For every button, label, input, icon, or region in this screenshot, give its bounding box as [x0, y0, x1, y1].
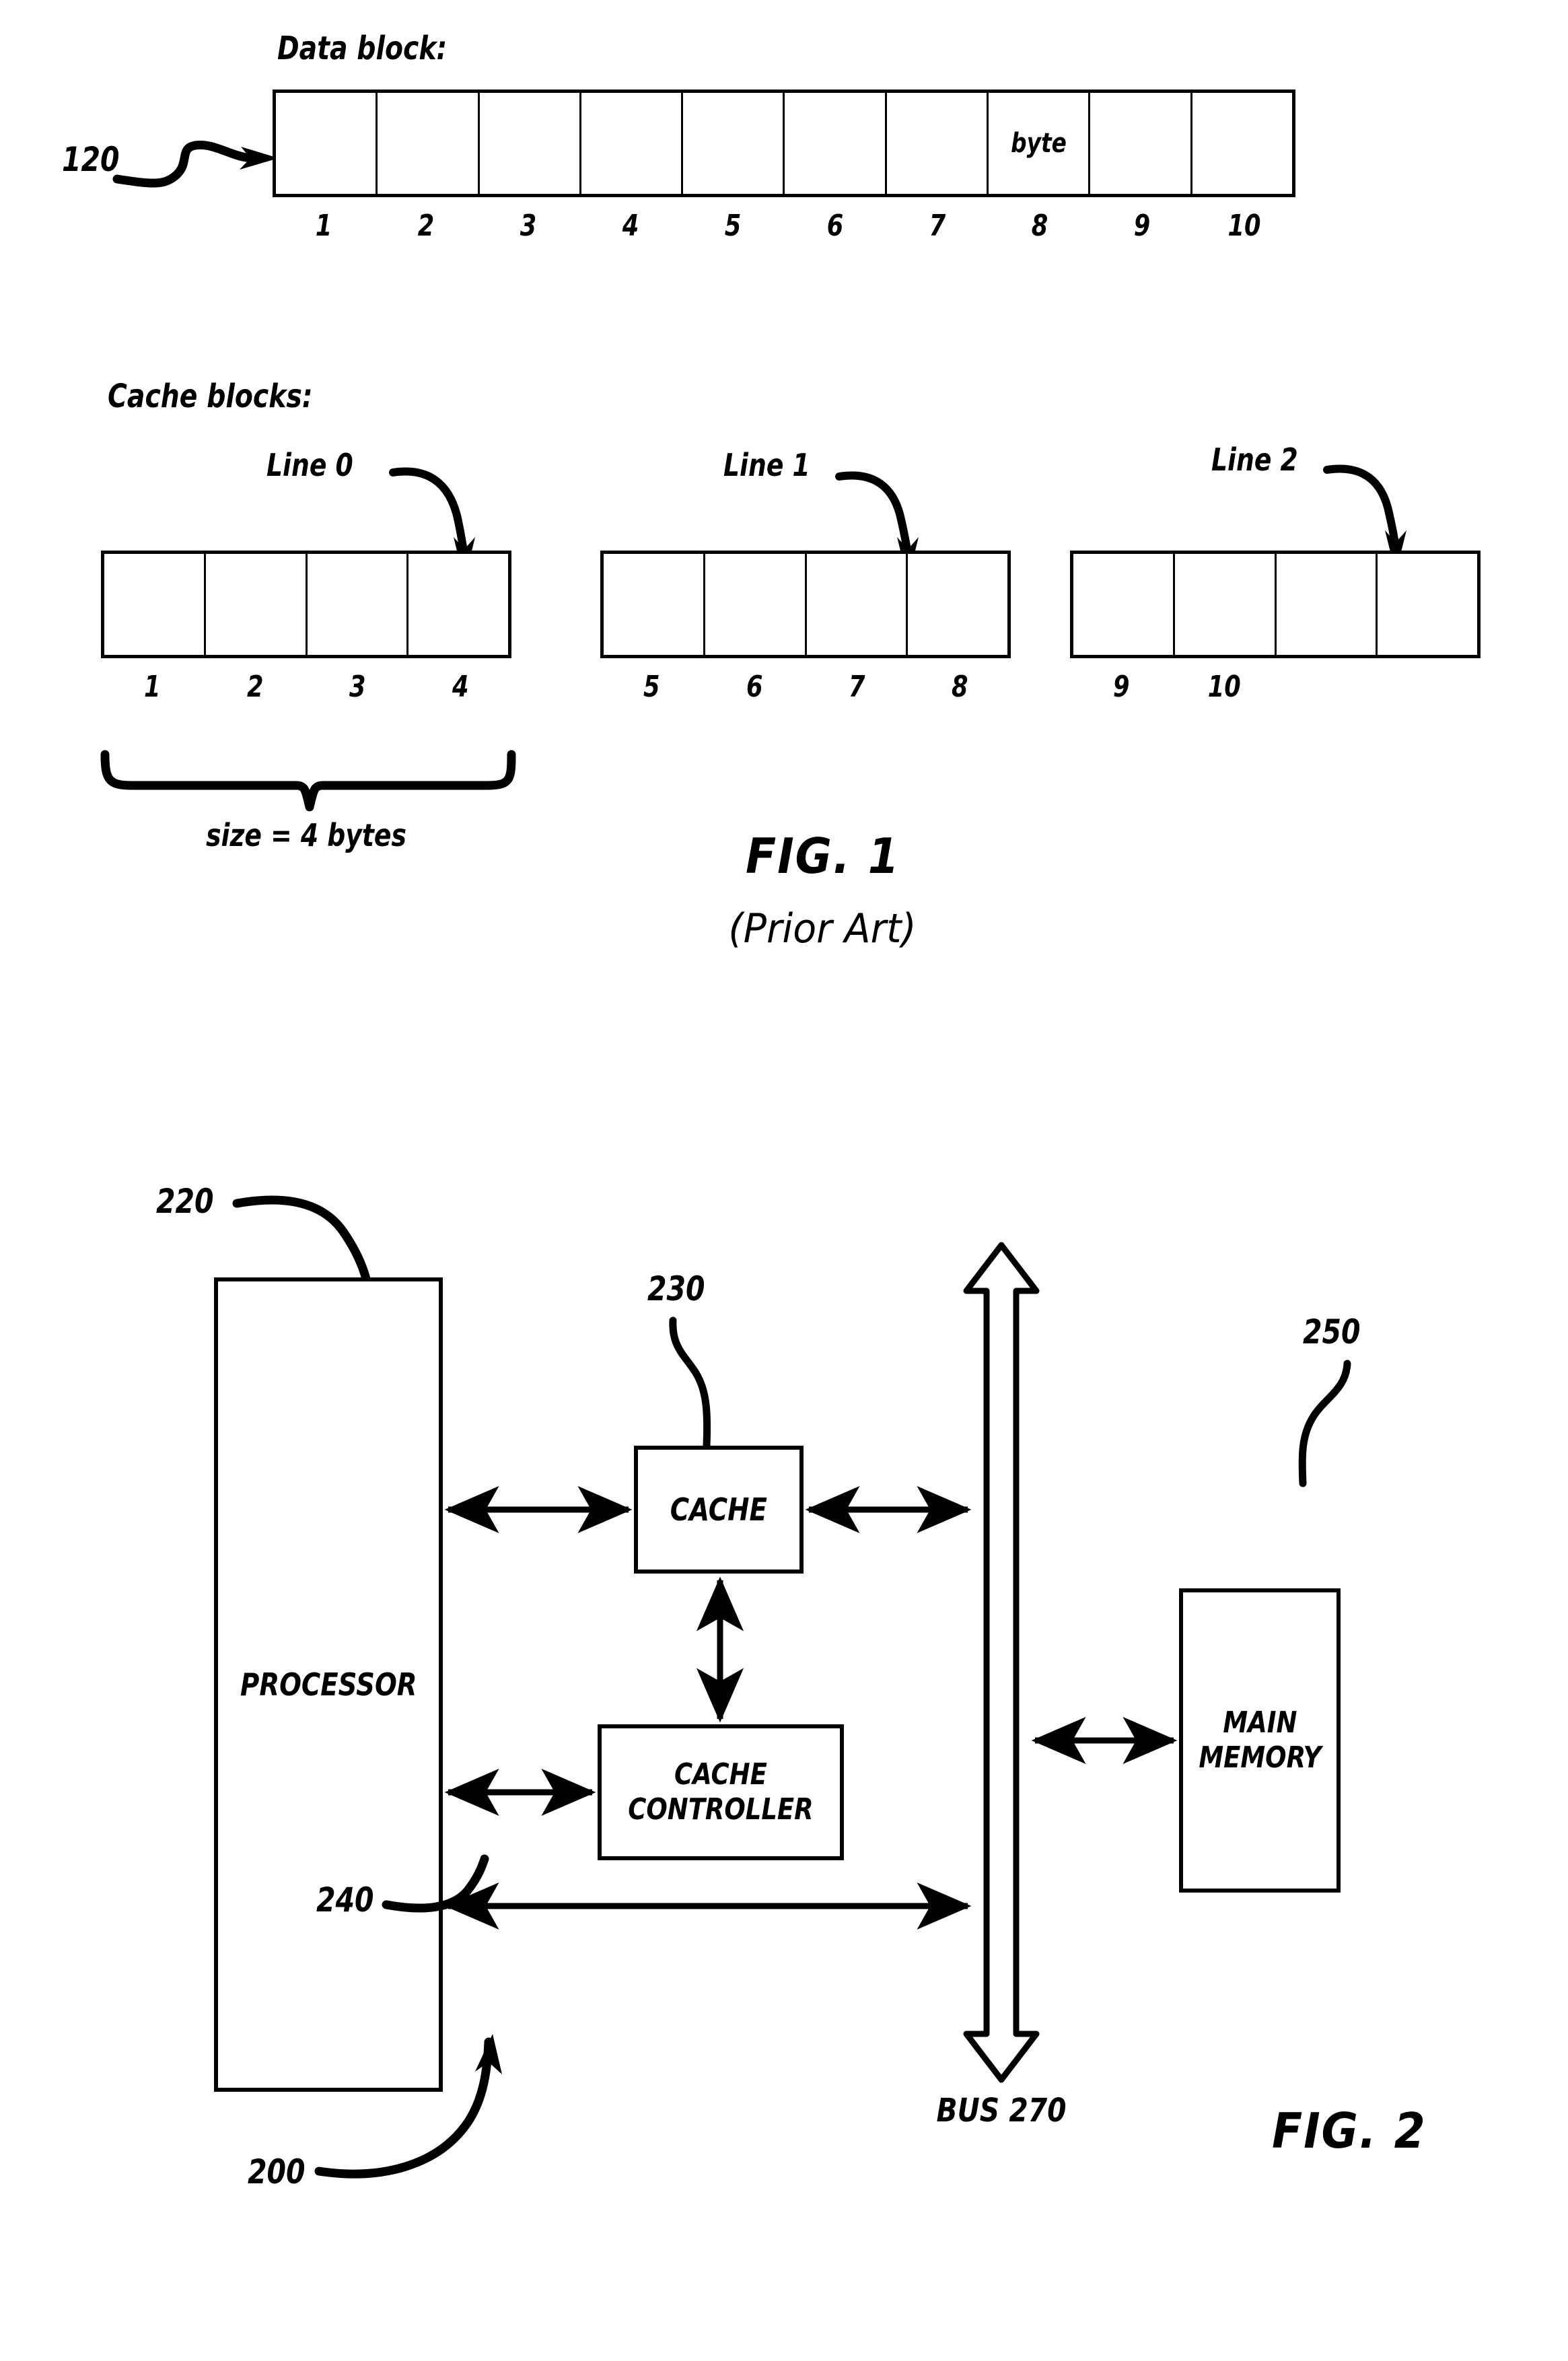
cache-line-0-number: 3 — [349, 670, 366, 704]
cache-line-0-label: Line 0 — [266, 447, 353, 483]
data-block-cell — [1192, 93, 1292, 194]
cache-line-1-number: 7 — [849, 670, 865, 704]
cache-line-0-cell — [408, 554, 508, 655]
ref-200-leader — [314, 2034, 502, 2179]
bus-arrow-shape — [963, 1242, 1040, 2083]
data-block-number: 10 — [1227, 209, 1261, 243]
cache-size-note: size = 4 bytes — [206, 817, 406, 853]
figure-2-caption: FIG. 2 — [1271, 2103, 1427, 2159]
cache-line-1-cell — [705, 554, 807, 655]
cache-line-1-cell — [604, 554, 705, 655]
cache-line-2-cell — [1174, 554, 1277, 655]
data-block-number: 6 — [826, 209, 844, 243]
figure-1-caption: FIG. 1 — [745, 828, 900, 884]
data-block-number: 8 — [1031, 209, 1048, 243]
cache-line-2-number: 9 — [1113, 670, 1130, 704]
cache-line-size-brace — [100, 750, 516, 812]
cache-line-0-number-row: 1 2 3 4 — [101, 670, 511, 704]
bus-label: BUS 270 — [936, 2092, 1067, 2129]
data-block-cell — [1090, 93, 1192, 194]
cache-line-2-grid — [1070, 551, 1481, 658]
cache-line-2-cell — [1276, 554, 1378, 655]
cache-line-2-number — [1388, 670, 1470, 704]
cache-line-2-cell — [1378, 554, 1477, 655]
cache-line-0-number: 4 — [452, 670, 469, 704]
cache-line-0-number: 2 — [246, 670, 264, 704]
data-block-cell-text: byte — [1010, 128, 1067, 159]
data-block-grid: byte — [273, 90, 1295, 197]
data-block-number: 9 — [1133, 209, 1151, 243]
patent-drawing-sheet: Data block: 120 byte 1 2 3 4 5 6 7 8 9 10 Cache b… — [0, 0, 1568, 2361]
cache-line-1-cell — [806, 554, 908, 655]
cache-line-2-cell — [1073, 554, 1175, 655]
cache-line-1-number-row: 5 6 7 8 — [600, 670, 1011, 704]
ref-number-120: 120 — [62, 140, 120, 179]
figure-2: 220 PROCESSOR 230 CACHE CACHE CONTROLLER … — [0, 1144, 1568, 2361]
data-block-cell — [886, 93, 989, 194]
figure-1: Data block: 120 byte 1 2 3 4 5 6 7 8 9 10 Cache b… — [0, 0, 1568, 1010]
data-block-number-row: 1 2 3 4 5 6 7 8 9 10 — [273, 209, 1295, 243]
data-block-number: 5 — [724, 209, 742, 243]
data-block-number: 7 — [929, 209, 946, 243]
figure-1-subcaption: (Prior Art) — [728, 905, 917, 952]
cache-line-2-number-row: 9 10 — [1070, 670, 1481, 704]
data-block-cell — [276, 93, 378, 194]
ref-120-leader-arrow — [112, 140, 279, 188]
cache-line-2-number: 10 — [1207, 670, 1241, 704]
cache-line-1-label: Line 1 — [723, 447, 810, 483]
data-block-cell — [581, 93, 684, 194]
data-block-number: 4 — [622, 209, 639, 243]
cache-line-1-number: 6 — [746, 670, 763, 704]
cache-line-0-cell — [104, 554, 206, 655]
cache-line-2-number — [1285, 670, 1367, 704]
data-block-cell — [785, 93, 887, 194]
data-block-number: 1 — [315, 209, 332, 243]
data-block-number: 2 — [417, 209, 435, 243]
cache-line-1-cell — [908, 554, 1007, 655]
cache-line-0-number: 1 — [144, 670, 161, 704]
cache-line-1-grid — [600, 551, 1011, 658]
data-block-cell — [683, 93, 785, 194]
cache-line-0-cell — [205, 554, 308, 655]
figure-2-connectors — [444, 1242, 1178, 2083]
cache-line-0-grid — [101, 551, 511, 658]
cache-line-2-label: Line 2 — [1211, 442, 1298, 478]
cache-line-1-number: 8 — [951, 670, 968, 704]
data-block-cell: byte — [989, 93, 1091, 194]
cache-line-1-number: 5 — [643, 670, 660, 704]
cache-line-0-cell — [307, 554, 409, 655]
data-block-number: 3 — [520, 209, 537, 243]
data-block-title: Data block: — [277, 30, 448, 67]
ref-number-200: 200 — [248, 2152, 306, 2191]
data-block-cell — [378, 93, 480, 194]
data-block-cell — [479, 93, 581, 194]
cache-blocks-title: Cache blocks: — [108, 378, 313, 415]
